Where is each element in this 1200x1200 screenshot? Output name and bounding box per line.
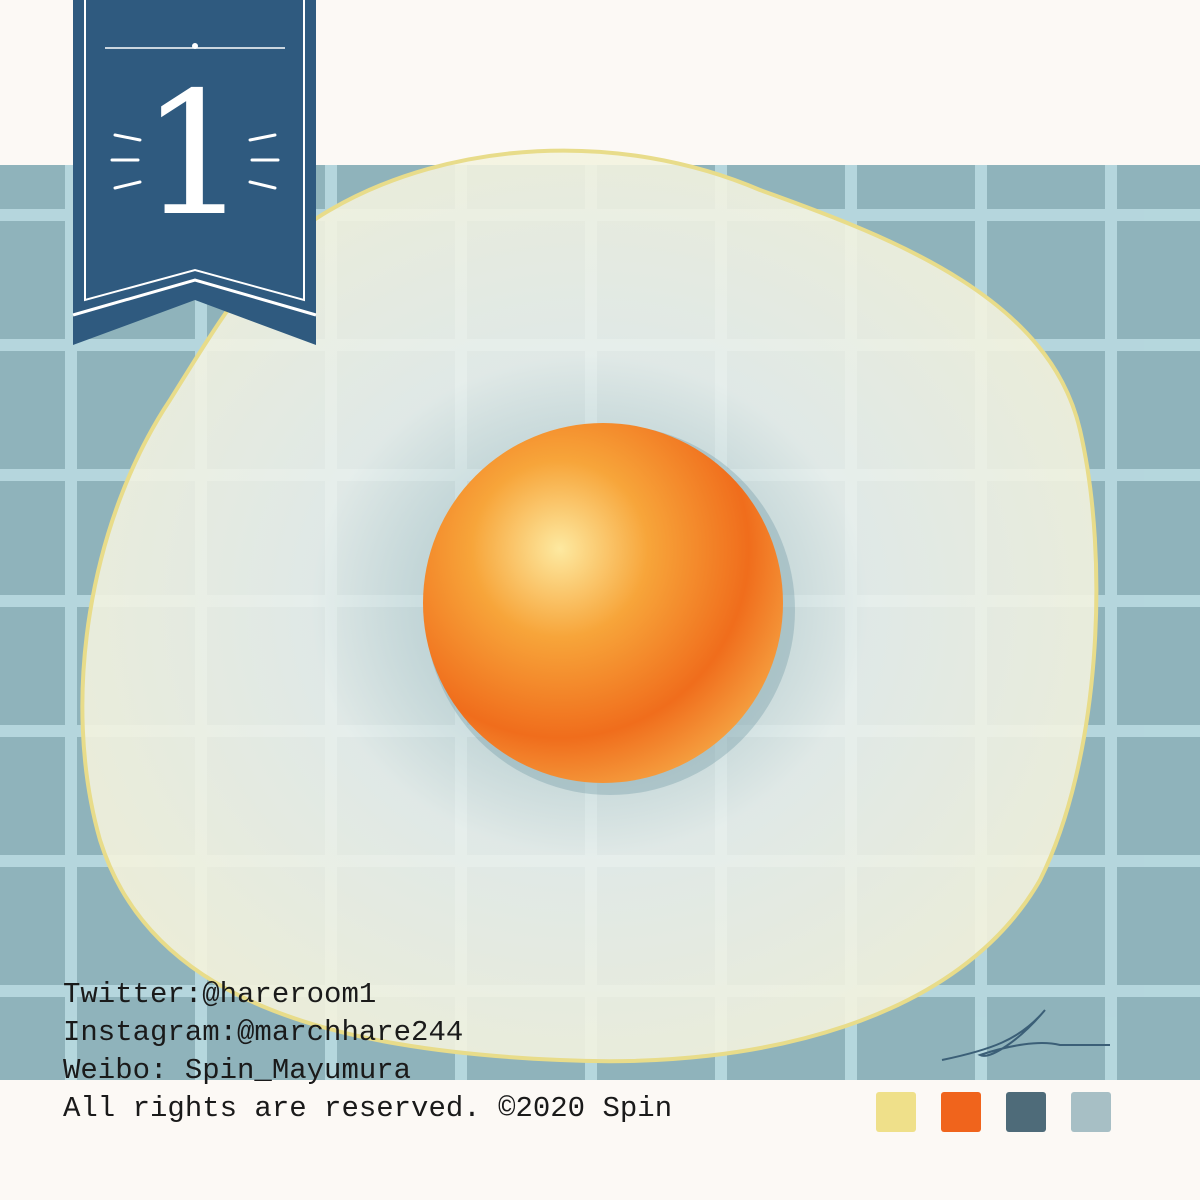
weibo-handle: Weibo: Spin_Mayumura	[63, 1054, 412, 1087]
banner-number: 1	[140, 56, 249, 254]
copyright-notice: All rights are reserved. ©2020 Spin	[63, 1092, 673, 1125]
instagram-handle: Instagram:@marchhare244	[63, 1016, 464, 1049]
egg-yolk	[423, 423, 783, 783]
swatch-yellow	[876, 1092, 916, 1132]
swatch-orange	[941, 1092, 981, 1132]
swatch-light-blue	[1071, 1092, 1111, 1132]
credits: Twitter:@hareroom1 Instagram:@marchhare2…	[63, 976, 672, 1128]
color-palette	[876, 1092, 1111, 1132]
twitter-handle: Twitter:@hareroom1	[63, 978, 377, 1011]
swatch-slate	[1006, 1092, 1046, 1132]
